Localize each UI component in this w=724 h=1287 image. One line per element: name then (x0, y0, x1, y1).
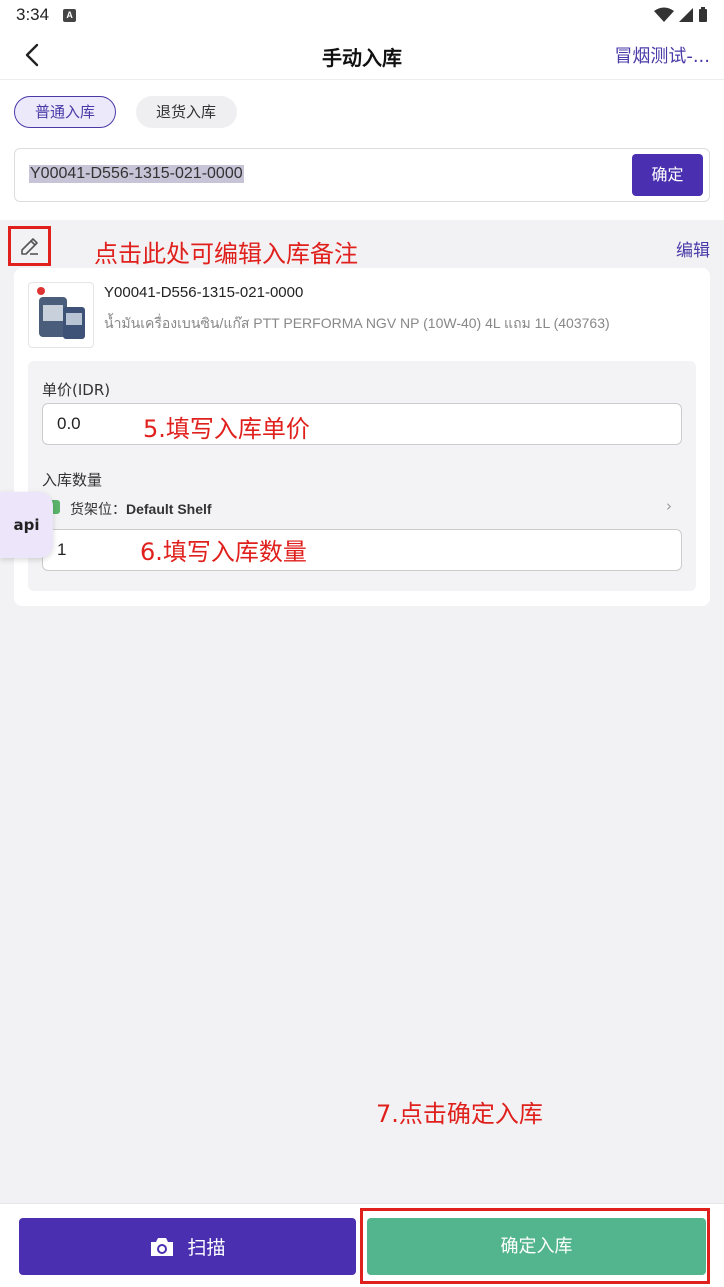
scan-button[interactable]: 扫描 (19, 1218, 356, 1275)
stock-in-form: 单价(IDR) 0.0 5.填写入库单价 入库数量 货架位：Default Sh… (28, 361, 696, 591)
store-selector[interactable]: 冒烟测试-... (614, 42, 710, 68)
scan-input-box: Y00041-D556-1315-021-0000 确定 (14, 148, 710, 202)
app-bar: 手动入库 冒烟测试-... (0, 30, 724, 80)
price-input[interactable]: 0.0 (42, 403, 682, 445)
shelf-label: 货架位：Default Shelf (70, 501, 212, 518)
shelf-value: Default Shelf (126, 501, 212, 517)
confirm-stock-in-button[interactable]: 确定入库 (367, 1218, 706, 1275)
camera-icon (151, 1237, 174, 1256)
footer-annotation: 7.点击确定入库 (376, 1100, 543, 1128)
note-annotation: 点击此处可编辑入库备注 (94, 240, 358, 268)
chevron-right-icon: › (666, 497, 672, 515)
status-bar: 3:34 A (0, 0, 724, 30)
scan-input[interactable]: Y00041-D556-1315-021-0000 (29, 165, 244, 183)
note-row: 点击此处可编辑入库备注 编辑 (0, 222, 724, 268)
product-thumbnail (28, 282, 94, 348)
tab-normal-stock-in[interactable]: 普通入库 (14, 96, 116, 128)
shelf-selector[interactable]: 货架位：Default Shelf › (42, 497, 682, 519)
edit-link[interactable]: 编辑 (676, 236, 710, 261)
qty-label: 入库数量 (42, 471, 103, 489)
qty-annotation: 6.填写入库数量 (140, 538, 307, 566)
edit-note-button[interactable] (8, 226, 51, 266)
tab-return-stock-in[interactable]: 退货入库 (136, 96, 237, 128)
scan-button-label: 扫描 (187, 1237, 226, 1259)
pencil-edit-icon (20, 238, 38, 255)
scan-confirm-button[interactable]: 确定 (632, 154, 703, 196)
price-label: 单价(IDR) (42, 381, 111, 399)
product-name: น้ำมันเครื่องเบนซิน/แก๊ส PTT PERFORMA NG… (104, 315, 610, 331)
price-annotation: 5.填写入库单价 (143, 415, 310, 443)
qty-input[interactable]: 1 (42, 529, 682, 571)
product-sku: Y00041-D556-1315-021-0000 (104, 284, 304, 301)
status-time: 3:34 (16, 5, 50, 24)
notification-icon: A (63, 8, 77, 22)
wifi-icon (654, 7, 674, 22)
bottom-bar: 扫描 确定入库 (0, 1203, 724, 1287)
top-section: 普通入库 退货入库 Y00041-D556-1315-021-0000 确定 (0, 80, 724, 220)
product-card: Y00041-D556-1315-021-0000 น้ำมันเครื่องเ… (14, 268, 710, 606)
api-floating-button[interactable]: api (0, 492, 53, 558)
signal-icon (679, 8, 693, 22)
battery-icon (699, 7, 707, 22)
status-icons (654, 7, 708, 23)
